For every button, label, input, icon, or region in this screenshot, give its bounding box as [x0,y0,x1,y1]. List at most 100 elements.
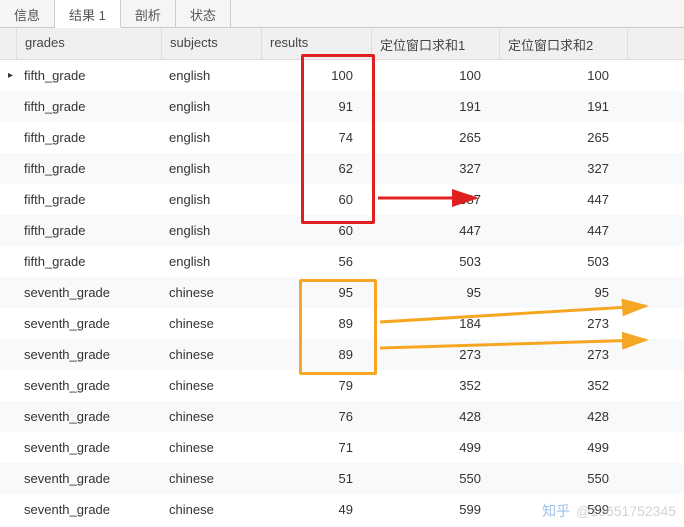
cell-results: 56 [261,248,371,275]
cell-subjects: english [161,155,261,182]
row-marker [0,442,16,454]
cell-sum1: 599 [371,496,499,523]
cell-results: 60 [261,186,371,213]
header-grades[interactable]: grades [17,28,162,59]
cell-subjects: chinese [161,434,261,461]
row-marker [0,380,16,392]
cell-grades: fifth_grade [16,62,161,89]
cell-grades: seventh_grade [16,310,161,337]
table-row[interactable]: fifth_gradeenglish91191191 [0,91,684,122]
tab-1[interactable]: 结果 1 [55,0,121,28]
cell-grades: fifth_grade [16,124,161,151]
table-row[interactable]: seventh_gradechinese71499499 [0,432,684,463]
row-marker [0,318,16,330]
cell-results: 89 [261,341,371,368]
table-row[interactable]: seventh_gradechinese959595 [0,277,684,308]
cell-sum1: 191 [371,93,499,120]
cell-results: 76 [261,403,371,430]
table-row[interactable]: seventh_gradechinese89184273 [0,308,684,339]
row-marker [0,349,16,361]
cell-subjects: chinese [161,279,261,306]
table-row[interactable]: fifth_gradeenglish74265265 [0,122,684,153]
row-marker: ▸ [0,64,16,87]
cell-sum2: 447 [499,217,627,244]
table-row[interactable]: ▸fifth_gradeenglish100100100 [0,60,684,91]
cell-results: 91 [261,93,371,120]
cell-sum1: 327 [371,155,499,182]
table-row[interactable]: fifth_gradeenglish56503503 [0,246,684,277]
cell-subjects: chinese [161,465,261,492]
cell-grades: seventh_grade [16,403,161,430]
header-subjects[interactable]: subjects [162,28,262,59]
cell-grades: seventh_grade [16,465,161,492]
cell-results: 74 [261,124,371,151]
table-row[interactable]: fifth_gradeenglish62327327 [0,153,684,184]
cell-grades: fifth_grade [16,217,161,244]
cell-subjects: english [161,93,261,120]
cell-subjects: english [161,217,261,244]
cell-sum2: 352 [499,372,627,399]
cell-sum2: 95 [499,279,627,306]
row-marker [0,163,16,175]
cell-grades: seventh_grade [16,372,161,399]
cell-grades: seventh_grade [16,341,161,368]
row-marker [0,256,16,268]
table-row[interactable]: seventh_gradechinese79352352 [0,370,684,401]
cell-sum2: 327 [499,155,627,182]
cell-sum2: 273 [499,310,627,337]
row-marker [0,473,16,485]
header-results[interactable]: results [262,28,372,59]
table-row[interactable]: seventh_gradechinese76428428 [0,401,684,432]
cell-sum2: 265 [499,124,627,151]
watermark-brand: 知乎 [542,503,570,519]
cell-sum1: 273 [371,341,499,368]
header-marker [0,28,17,59]
table-row[interactable]: fifth_gradeenglish60447447 [0,215,684,246]
header-sum1[interactable]: 定位窗口求和1 [372,28,500,59]
row-marker [0,411,16,423]
tabs-bar: 信息结果 1剖析状态 [0,0,684,28]
cell-grades: fifth_grade [16,248,161,275]
cell-sum1: 503 [371,248,499,275]
cell-sum1: 499 [371,434,499,461]
tab-2[interactable]: 剖析 [121,0,176,27]
data-grid: grades subjects results 定位窗口求和1 定位窗口求和2 … [0,28,684,525]
cell-subjects: english [161,62,261,89]
grid-body: ▸fifth_gradeenglish100100100fifth_gradee… [0,60,684,525]
cell-results: 62 [261,155,371,182]
cell-sum1: 387 [371,186,499,213]
table-row[interactable]: seventh_gradechinese51550550 [0,463,684,494]
cell-grades: fifth_grade [16,155,161,182]
cell-results: 89 [261,310,371,337]
cell-grades: fifth_grade [16,93,161,120]
cell-results: 79 [261,372,371,399]
header-sum2[interactable]: 定位窗口求和2 [500,28,628,59]
cell-subjects: english [161,248,261,275]
tab-3[interactable]: 状态 [176,0,231,27]
cell-subjects: english [161,186,261,213]
cell-results: 95 [261,279,371,306]
row-marker [0,132,16,144]
cell-results: 49 [261,496,371,523]
cell-results: 60 [261,217,371,244]
cell-results: 51 [261,465,371,492]
cell-subjects: chinese [161,496,261,523]
row-marker [0,101,16,113]
cell-sum1: 184 [371,310,499,337]
cell-grades: fifth_grade [16,186,161,213]
cell-sum1: 428 [371,403,499,430]
cell-subjects: english [161,124,261,151]
tab-0[interactable]: 信息 [0,0,55,27]
watermark-handle: @13651752345 [576,503,676,519]
cell-sum2: 499 [499,434,627,461]
cell-sum1: 447 [371,217,499,244]
table-row[interactable]: seventh_gradechinese89273273 [0,339,684,370]
table-row[interactable]: fifth_gradeenglish60387447 [0,184,684,215]
cell-sum2: 503 [499,248,627,275]
row-marker [0,504,16,516]
cell-subjects: chinese [161,403,261,430]
cell-sum1: 95 [371,279,499,306]
cell-grades: seventh_grade [16,496,161,523]
cell-subjects: chinese [161,310,261,337]
cell-sum1: 352 [371,372,499,399]
